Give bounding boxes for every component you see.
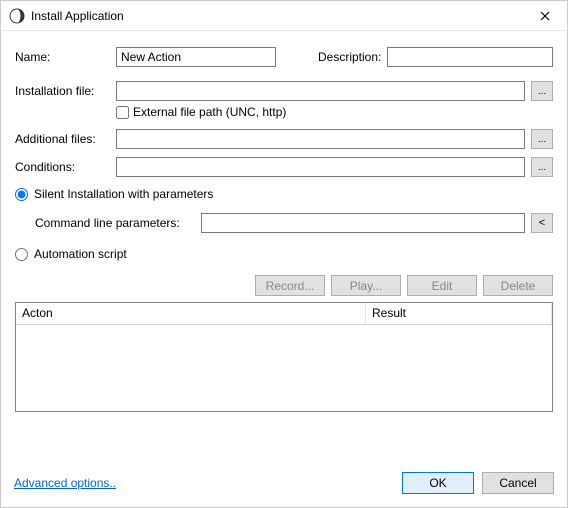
cmd-params-label: Command line parameters: bbox=[35, 216, 195, 230]
table-header: Acton Result bbox=[16, 303, 552, 325]
advanced-options-link[interactable]: Advanced options.. bbox=[14, 476, 116, 490]
automation-script-radio[interactable] bbox=[15, 248, 28, 261]
install-file-label: Installation file: bbox=[15, 84, 110, 98]
conditions-input[interactable] bbox=[116, 157, 525, 177]
silent-install-radio[interactable] bbox=[15, 188, 28, 201]
window-title: Install Application bbox=[31, 9, 522, 23]
description-label: Description: bbox=[318, 50, 381, 64]
col-result-header[interactable]: Result bbox=[366, 303, 552, 324]
col-action-header[interactable]: Acton bbox=[16, 303, 366, 324]
close-button[interactable] bbox=[522, 1, 567, 31]
conditions-browse-button[interactable]: ... bbox=[531, 157, 553, 177]
ok-button[interactable]: OK bbox=[402, 472, 474, 494]
titlebar: Install Application bbox=[1, 1, 567, 31]
delete-button[interactable]: Delete bbox=[483, 275, 553, 296]
external-path-label: External file path (UNC, http) bbox=[133, 105, 286, 119]
app-icon bbox=[9, 8, 25, 24]
silent-install-label: Silent Installation with parameters bbox=[34, 187, 213, 201]
external-path-checkbox[interactable] bbox=[116, 106, 129, 119]
automation-script-label: Automation script bbox=[34, 247, 127, 261]
additional-files-browse-button[interactable]: ... bbox=[531, 129, 553, 149]
cancel-button[interactable]: Cancel bbox=[482, 472, 554, 494]
additional-files-label: Additional files: bbox=[15, 132, 110, 146]
conditions-label: Conditions: bbox=[15, 160, 110, 174]
additional-files-input[interactable] bbox=[116, 129, 525, 149]
cmd-params-collapse-button[interactable]: < bbox=[531, 213, 553, 233]
cmd-params-input[interactable] bbox=[201, 213, 525, 233]
name-label: Name: bbox=[15, 50, 110, 64]
dialog-content: Name: Description: Installation file: ..… bbox=[1, 31, 567, 412]
dialog-footer: Advanced options.. OK Cancel bbox=[0, 462, 568, 508]
name-input[interactable] bbox=[116, 47, 276, 67]
edit-button[interactable]: Edit bbox=[407, 275, 477, 296]
install-file-browse-button[interactable]: ... bbox=[531, 81, 553, 101]
actions-table: Acton Result bbox=[15, 302, 553, 412]
play-button[interactable]: Play... bbox=[331, 275, 401, 296]
description-input[interactable] bbox=[387, 47, 553, 67]
install-file-input[interactable] bbox=[116, 81, 525, 101]
record-button[interactable]: Record... bbox=[255, 275, 325, 296]
